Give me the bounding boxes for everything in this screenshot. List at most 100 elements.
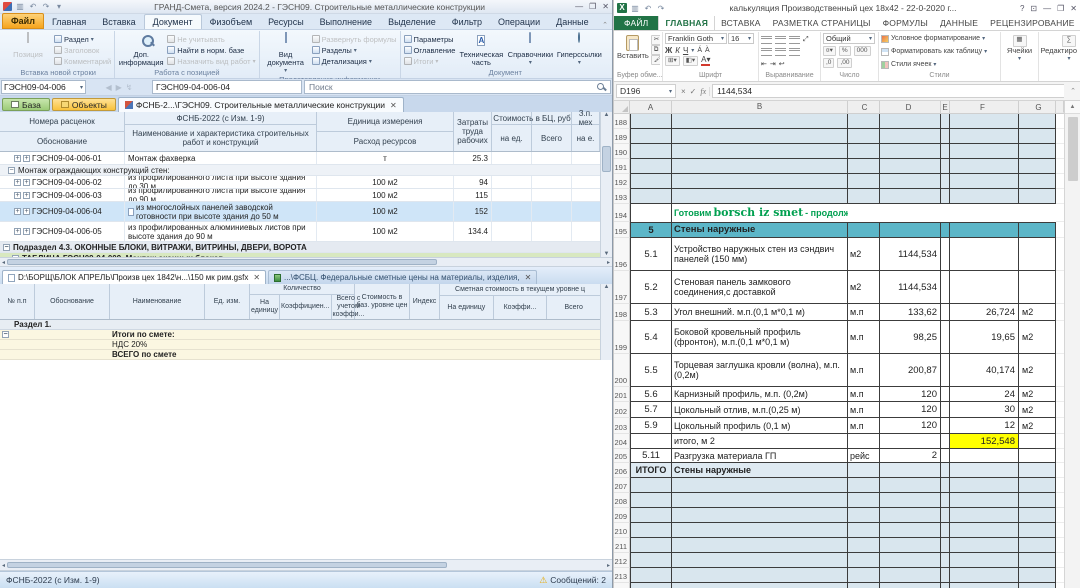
cell[interactable] xyxy=(941,238,950,271)
cell[interactable] xyxy=(950,583,1019,588)
cell[interactable] xyxy=(672,114,848,129)
customize-qat-icon[interactable]: ▾ xyxy=(54,2,64,11)
tab-file[interactable]: Файл xyxy=(2,13,44,29)
cell[interactable] xyxy=(950,271,1019,304)
cell[interactable] xyxy=(1019,523,1056,538)
close-tab-icon[interactable]: ✕ xyxy=(390,101,397,110)
column-header-F[interactable]: F xyxy=(950,101,1019,113)
cell[interactable] xyxy=(848,129,880,144)
cell[interactable] xyxy=(950,174,1019,189)
cell[interactable]: Стены наружные xyxy=(672,463,848,478)
sheet-vscrollbar[interactable]: ▲ xyxy=(1064,101,1080,588)
decrease-indent-icon[interactable]: ⇤ xyxy=(761,60,767,68)
cell[interactable] xyxy=(880,523,941,538)
row-header-211[interactable]: 211 xyxy=(614,538,630,553)
reference-books-button[interactable]: Справочники ▾ xyxy=(507,32,553,68)
cell[interactable] xyxy=(848,523,880,538)
tab-Ресурсы[interactable]: Ресурсы xyxy=(260,15,312,29)
summary-row[interactable]: − Итоги по смете: xyxy=(0,330,600,340)
cell[interactable]: Разгрузка материала ГП xyxy=(672,449,848,463)
cell[interactable]: м2 xyxy=(1019,418,1056,434)
cell[interactable] xyxy=(1019,583,1056,588)
cell[interactable]: м2 xyxy=(848,271,880,304)
cell[interactable] xyxy=(672,144,848,159)
cell[interactable] xyxy=(941,434,950,449)
scroll-thumb[interactable] xyxy=(7,562,448,568)
column-header-D[interactable]: D xyxy=(880,101,941,113)
col-cost-unit[interactable]: на ед. xyxy=(492,125,531,151)
collapse-icon[interactable]: − xyxy=(2,331,9,338)
cell[interactable] xyxy=(950,114,1019,129)
cell[interactable] xyxy=(880,159,941,174)
totals-button[interactable]: Итоги ▾ xyxy=(403,56,456,66)
col-cur-unit[interactable]: На единицу xyxy=(440,296,494,319)
cell[interactable] xyxy=(880,204,941,222)
cell[interactable] xyxy=(1019,508,1056,523)
cell[interactable] xyxy=(880,583,941,588)
cell[interactable] xyxy=(848,159,880,174)
cell[interactable]: м.п xyxy=(848,321,880,354)
cell[interactable] xyxy=(1019,144,1056,159)
tab-file[interactable]: ФАЙЛ xyxy=(614,16,659,30)
technical-part-button[interactable]: A Техническая часть xyxy=(458,32,504,68)
minimize-button[interactable]: — xyxy=(575,2,583,11)
cell[interactable] xyxy=(880,114,941,129)
cell[interactable] xyxy=(848,493,880,508)
align-bottom-icon[interactable] xyxy=(789,36,800,44)
cell[interactable] xyxy=(941,222,950,238)
cell[interactable] xyxy=(941,144,950,159)
cell[interactable] xyxy=(880,538,941,553)
cell[interactable] xyxy=(630,523,672,538)
font-name-combo[interactable]: Franklin Goth ▾ xyxy=(665,33,727,44)
cell[interactable] xyxy=(941,508,950,523)
cell[interactable] xyxy=(1019,568,1056,583)
cell[interactable] xyxy=(672,478,848,493)
row-header-212[interactable]: 212 xyxy=(614,553,630,568)
cell[interactable] xyxy=(1019,238,1056,271)
help-icon[interactable]: ? xyxy=(1020,4,1024,13)
tab-ГЛАВНАЯ[interactable]: ГЛАВНАЯ xyxy=(658,16,716,30)
col-base-cost[interactable]: Стоимость в баз. уровне цен xyxy=(355,284,410,319)
cell[interactable]: 120 xyxy=(880,387,941,402)
cell[interactable]: 12 xyxy=(950,418,1019,434)
cell[interactable] xyxy=(941,523,950,538)
norms-vscrollbar[interactable]: ▲ ▼ xyxy=(600,112,612,257)
col-index[interactable]: Индекс xyxy=(410,284,440,319)
cell[interactable] xyxy=(941,538,950,553)
fill-color-icon[interactable]: ◧▾ xyxy=(682,56,699,66)
align-middle-icon[interactable] xyxy=(775,36,786,44)
cell[interactable] xyxy=(941,204,950,222)
row-header-210[interactable]: 210 xyxy=(614,523,630,538)
sections-button[interactable]: Разделы ▾ xyxy=(311,45,397,55)
estimate-vscrollbar[interactable]: ▲ xyxy=(600,284,612,360)
cell[interactable] xyxy=(941,478,950,493)
ribbon-collapse-icon[interactable]: ⌃ xyxy=(598,21,612,29)
undo-icon[interactable]: ↶ xyxy=(28,2,38,11)
cell[interactable] xyxy=(941,449,950,463)
document-tab[interactable]: ФСНБ-2...\ГЭСН09. Строительные металличе… xyxy=(117,97,404,112)
cell[interactable]: 2 xyxy=(880,449,941,463)
dop-info-button[interactable]: Доп. информация xyxy=(118,32,164,68)
tab-ДАННЫЕ[interactable]: ДАННЫЕ xyxy=(934,16,984,30)
cell[interactable] xyxy=(848,189,880,204)
cell[interactable] xyxy=(941,493,950,508)
cell[interactable]: м2 xyxy=(848,238,880,271)
cell[interactable] xyxy=(630,478,672,493)
cell[interactable]: Торцевая заглушка кровли (волна), м.п.(0… xyxy=(672,354,848,387)
cell[interactable] xyxy=(1019,463,1056,478)
cell-styles-button[interactable]: Стили ячеек ▾ xyxy=(881,59,998,70)
expand-icon[interactable]: + xyxy=(23,208,30,215)
expand-icon[interactable]: + xyxy=(14,208,21,215)
row-header-203[interactable]: 203 xyxy=(614,418,630,434)
cut-icon[interactable]: ✂ xyxy=(650,34,660,45)
row-header-202[interactable]: 202 xyxy=(614,402,630,418)
cell[interactable] xyxy=(950,478,1019,493)
row-header-214[interactable]: 214 xyxy=(614,583,630,588)
cell[interactable]: м2 xyxy=(1019,387,1056,402)
col-unit[interactable]: Единица измерения xyxy=(317,112,453,131)
copy-icon[interactable]: ⧉ xyxy=(650,44,660,55)
grow-font-icon[interactable]: А́ xyxy=(697,47,702,54)
row-header-200[interactable]: 200 xyxy=(614,354,630,387)
cell[interactable] xyxy=(880,222,941,238)
cell[interactable] xyxy=(1019,129,1056,144)
